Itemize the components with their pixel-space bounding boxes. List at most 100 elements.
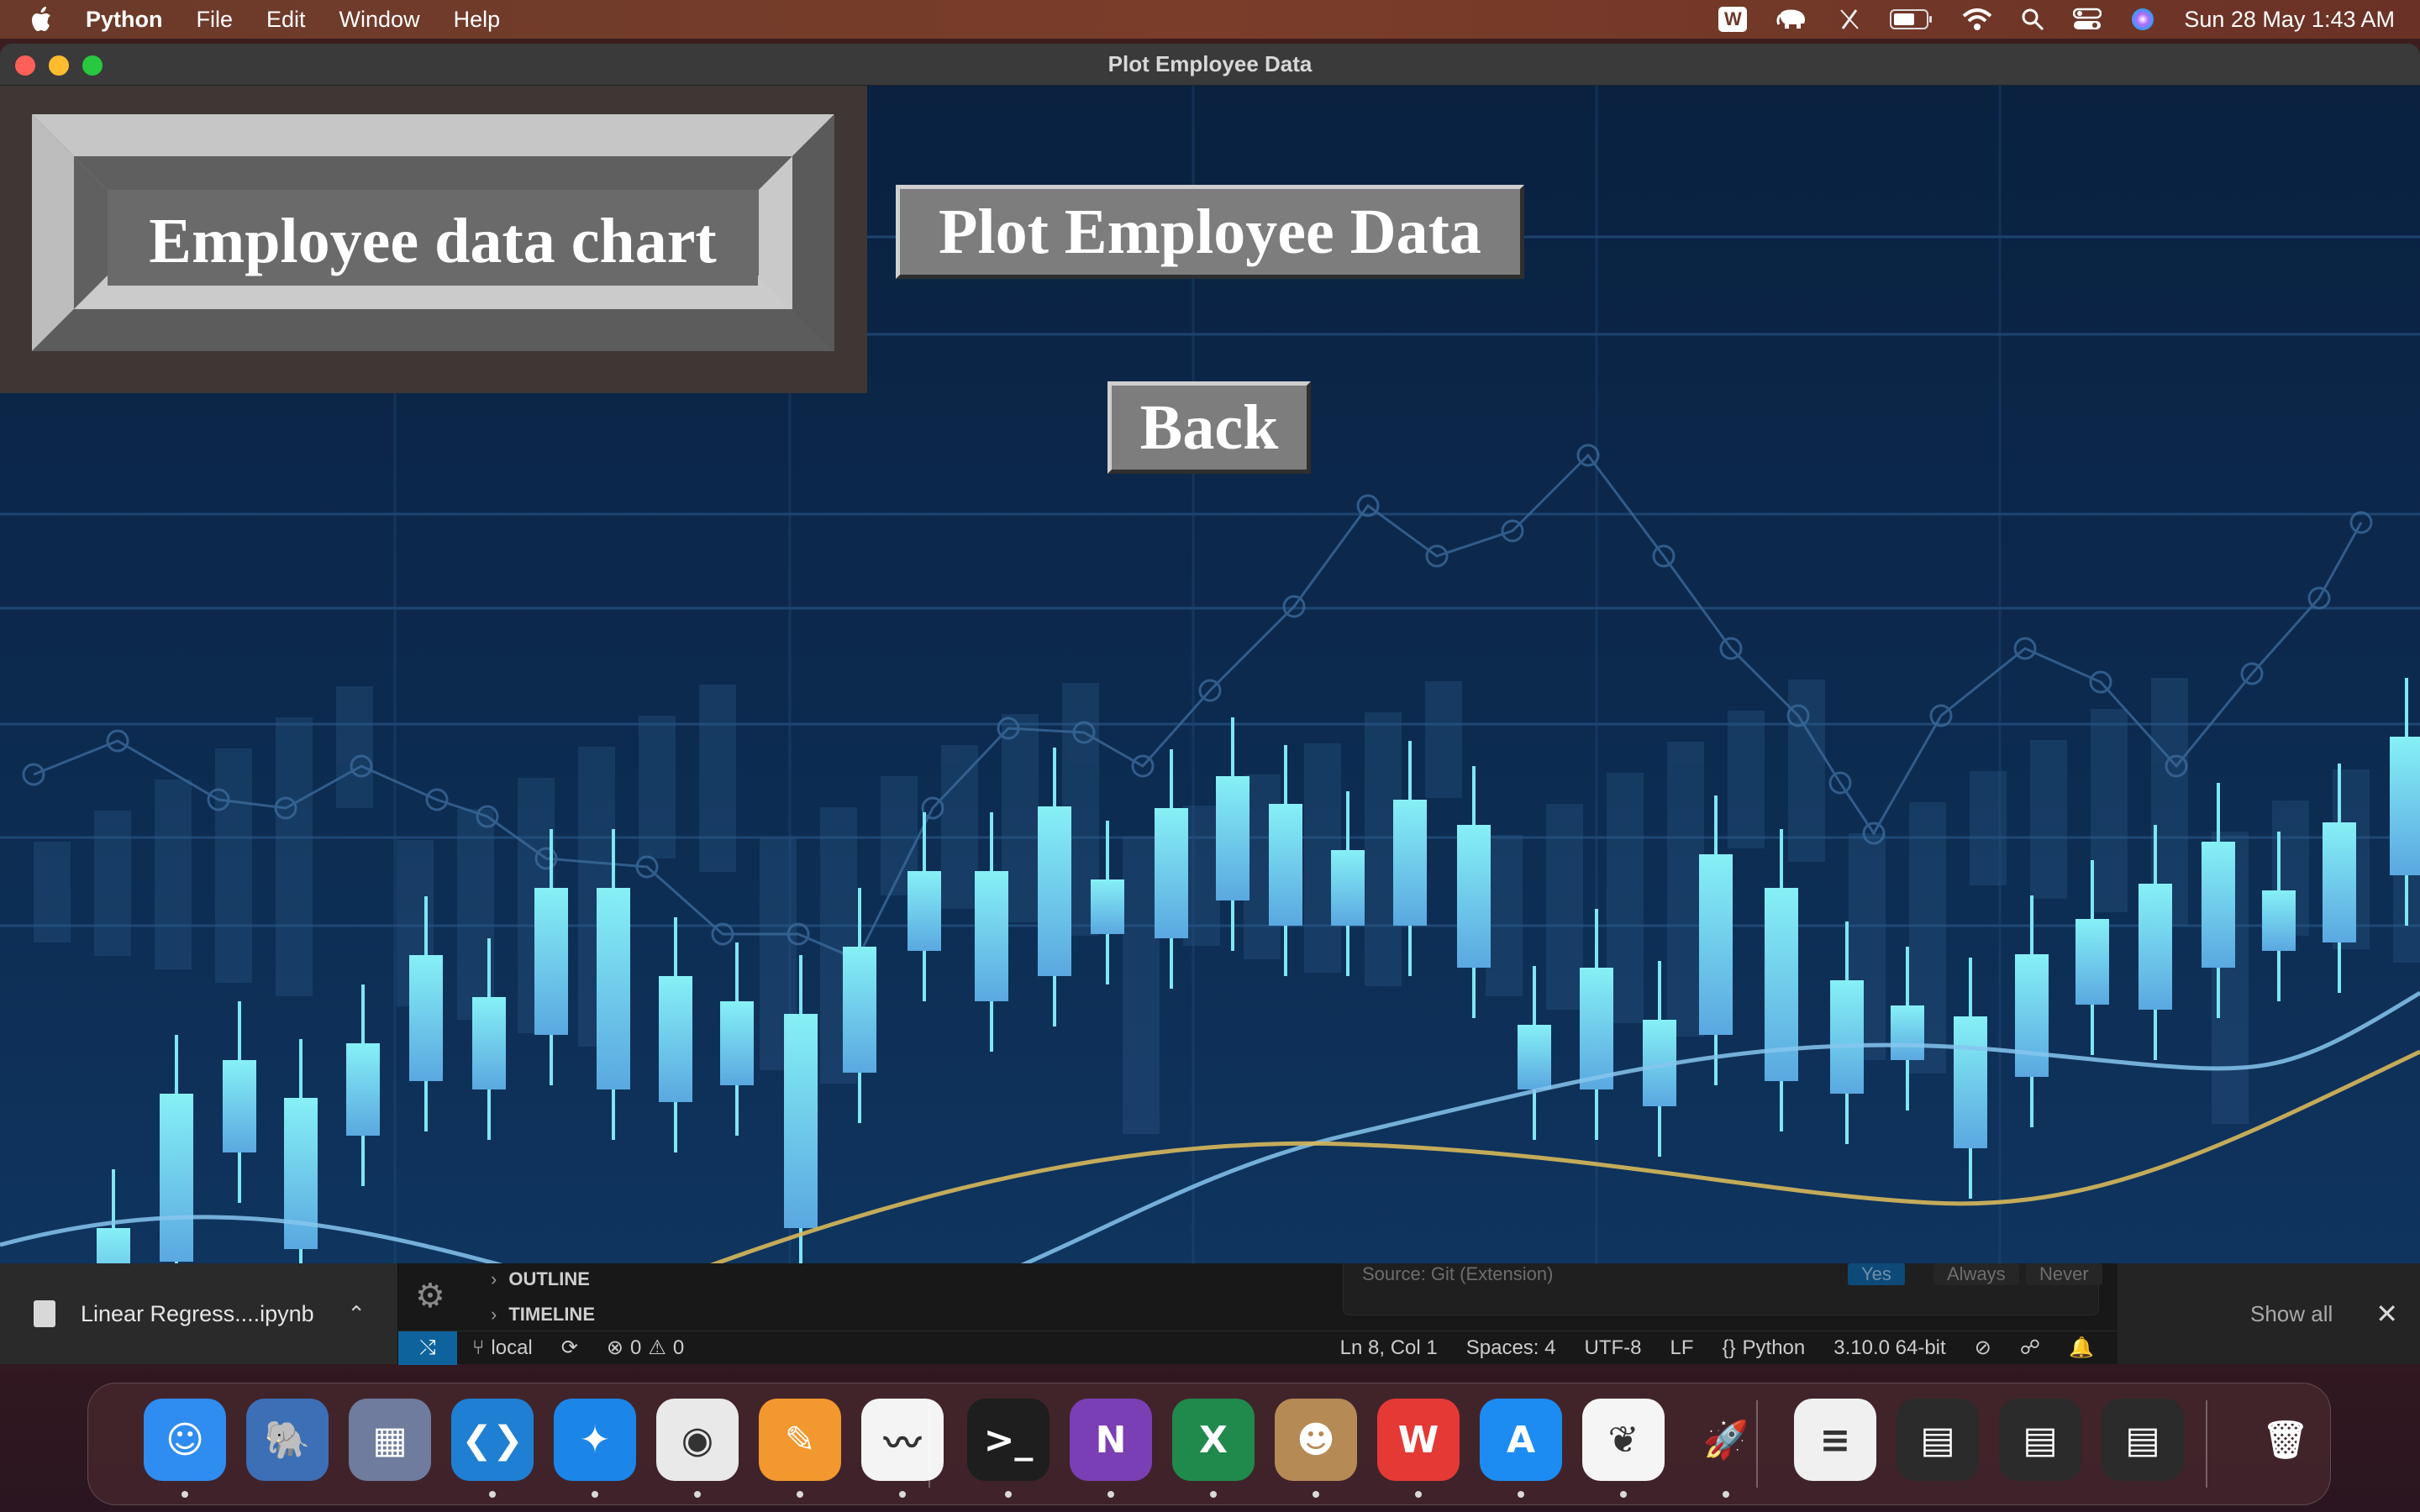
apple-menu-icon[interactable] [30, 7, 55, 32]
candle-body [1891, 1005, 1924, 1060]
candle-body [1393, 800, 1427, 926]
sync-icon[interactable]: ⟳ [561, 1336, 578, 1360]
never-button[interactable]: Never [2026, 1263, 2102, 1285]
timeline-section[interactable]: › TIMELINE [491, 1304, 595, 1326]
freeform-icon[interactable]: 〰 [861, 1399, 944, 1481]
terminal-icon[interactable]: >_ [967, 1399, 1050, 1481]
candle-body [1699, 854, 1733, 1035]
language-mode[interactable]: {} Python [1723, 1336, 1806, 1360]
download-file-name[interactable]: Linear Regress....ipynb [81, 1301, 314, 1327]
mongodb-icon[interactable]: ❦ [1582, 1399, 1665, 1481]
running-indicator [1005, 1491, 1012, 1498]
outline-section[interactable]: › OUTLINE [491, 1268, 590, 1290]
cursor-position[interactable]: Ln 8, Col 1 [1340, 1336, 1438, 1360]
vscode-icon[interactable]: ❮❯ [451, 1399, 534, 1481]
candle-body [2015, 954, 2049, 1077]
candle-body [160, 1094, 193, 1262]
yes-button[interactable]: Yes [1848, 1263, 1905, 1285]
control-center-icon[interactable] [2073, 8, 2102, 31]
onenote-icon[interactable]: N [1070, 1399, 1152, 1481]
menu-window[interactable]: Window [339, 7, 420, 33]
chevron-right-icon: › [491, 1268, 497, 1289]
language-name: Python [1742, 1336, 1806, 1359]
candle-body [534, 888, 568, 1035]
running-indicator [797, 1491, 803, 1498]
menu-edit[interactable]: Edit [266, 7, 306, 33]
problems-status[interactable]: ⊗ 0 ⚠ 0 [607, 1336, 684, 1360]
always-button[interactable]: Always [1933, 1263, 2019, 1285]
timeline-label: TIMELINE [508, 1304, 595, 1325]
close-window-button[interactable] [15, 55, 35, 76]
menu-clock[interactable]: Sun 28 May 1:43 AM [2184, 7, 2395, 33]
background-candle [1728, 711, 1765, 848]
plot-employee-data-button[interactable]: Plot Employee Data [896, 185, 1524, 279]
interpreter-status[interactable]: 3.10.0 64-bit [1833, 1336, 1945, 1360]
safari-icon[interactable]: ✦ [554, 1399, 636, 1481]
background-candle [1123, 837, 1160, 1134]
menu-help[interactable]: Help [454, 7, 501, 33]
dock-separator [929, 1400, 930, 1488]
running-indicator [1620, 1491, 1627, 1498]
wps-icon[interactable]: W [1718, 7, 1748, 32]
running-indicator [1210, 1491, 1217, 1498]
braces-icon: {} [1722, 1336, 1736, 1359]
window-title: Plot Employee Data [1107, 51, 1313, 76]
copilot-icon[interactable]: ⊘ [1975, 1336, 1991, 1360]
candle-body [1155, 808, 1188, 938]
finder-icon[interactable]: ☺ [144, 1399, 226, 1481]
background-candle [2030, 740, 2067, 899]
remote-indicator-icon[interactable]: ⤭ [398, 1331, 457, 1365]
chrome-icon[interactable]: ◉ [656, 1399, 739, 1481]
window-preview-icon[interactable]: ▤ [2102, 1399, 2184, 1481]
window-preview-icon[interactable]: ▤ [1999, 1399, 2081, 1481]
menu-app-name[interactable]: Python [86, 7, 163, 33]
minimize-window-button[interactable] [49, 55, 69, 76]
dock-separator [2206, 1400, 2207, 1488]
candle-body [1216, 776, 1249, 900]
background-candle [1486, 835, 1523, 996]
window-controls [15, 55, 103, 76]
candle-body [659, 976, 692, 1102]
pen-slash-icon[interactable] [1838, 7, 1861, 32]
indentation-status[interactable]: Spaces: 4 [1466, 1336, 1556, 1360]
candle-body [1269, 804, 1302, 926]
launchpad-icon[interactable]: ▦ [349, 1399, 431, 1481]
elephant-icon[interactable] [1776, 7, 1809, 32]
wps-icon[interactable]: W [1377, 1399, 1460, 1481]
feedback-icon[interactable]: ☍ [2020, 1336, 2040, 1360]
window-titlebar[interactable]: Plot Employee Data [0, 44, 2420, 86]
eol-status[interactable]: LF [1670, 1336, 1693, 1360]
contacts-icon[interactable]: ☻ [1275, 1399, 1357, 1481]
menu-file[interactable]: File [197, 7, 234, 33]
battery-icon[interactable] [1890, 8, 1933, 30]
encoding-status[interactable]: UTF-8 [1584, 1336, 1641, 1360]
background-candle [336, 686, 373, 808]
back-button[interactable]: Back [1107, 381, 1311, 474]
pages-icon[interactable]: ✎ [759, 1399, 841, 1481]
background-candle [941, 745, 978, 909]
notifications-bell-icon[interactable]: 🔔 [2069, 1336, 2094, 1360]
branch-status[interactable]: ⑂ local [472, 1336, 533, 1360]
candle-body [1457, 825, 1491, 968]
document-icon[interactable]: ≡ [1794, 1399, 1876, 1481]
app-store-icon[interactable]: A [1480, 1399, 1562, 1481]
wifi-icon[interactable] [1962, 8, 1992, 31]
excel-icon[interactable]: X [1172, 1399, 1255, 1481]
elephant-icon[interactable]: 🐘 [246, 1399, 329, 1481]
window-preview-icon[interactable]: ▤ [1897, 1399, 1979, 1481]
gear-icon[interactable]: ⚙ [415, 1277, 445, 1315]
chevron-up-icon[interactable]: ⌃ [347, 1301, 366, 1327]
close-icon[interactable]: ✕ [2375, 1298, 2398, 1330]
candle-body [2139, 884, 2172, 1010]
candle-body [597, 888, 630, 1089]
zoom-window-button[interactable] [82, 55, 103, 76]
notification-source: Source: Git (Extension) [1362, 1263, 1554, 1284]
app-window: Plot Employee Data Employee data chart P… [0, 44, 2420, 1266]
search-icon[interactable] [2021, 8, 2044, 31]
python-rocket-icon[interactable]: 🚀 [1685, 1399, 1767, 1481]
error-count: 0 [629, 1336, 642, 1359]
show-all-link[interactable]: Show all [2250, 1301, 2333, 1327]
candle-body [409, 955, 443, 1081]
trash-icon[interactable]: 🗑 [2244, 1399, 2327, 1481]
siri-icon[interactable] [2130, 7, 2155, 32]
